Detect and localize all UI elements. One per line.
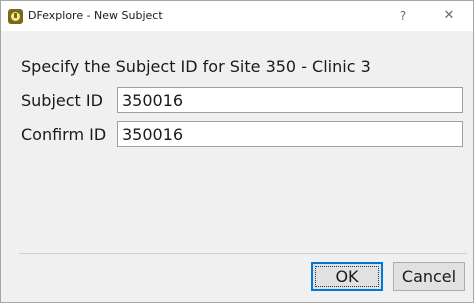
new-subject-dialog: DFexplore - New Subject ? ✕ Specify the … xyxy=(0,0,474,303)
prompt-text: Specify the Subject ID for Site 350 - Cl… xyxy=(21,57,371,76)
dfexplore-app-icon xyxy=(8,9,23,24)
title-bar: DFexplore - New Subject ? ✕ xyxy=(1,1,473,31)
cancel-button[interactable]: Cancel xyxy=(393,262,465,291)
ok-button[interactable]: OK xyxy=(311,262,383,291)
confirm-id-label: Confirm ID xyxy=(21,125,107,144)
button-divider xyxy=(19,253,467,254)
help-button[interactable]: ? xyxy=(393,7,413,25)
close-button[interactable]: ✕ xyxy=(439,7,459,25)
focus-ring xyxy=(315,266,379,287)
close-icon: ✕ xyxy=(443,8,455,23)
subject-id-input[interactable]: 350016 xyxy=(117,87,463,113)
confirm-id-input[interactable]: 350016 xyxy=(117,121,463,147)
subject-id-label: Subject ID xyxy=(21,91,103,110)
window-title: DFexplore - New Subject xyxy=(28,9,163,22)
cancel-button-label: Cancel xyxy=(401,267,457,286)
